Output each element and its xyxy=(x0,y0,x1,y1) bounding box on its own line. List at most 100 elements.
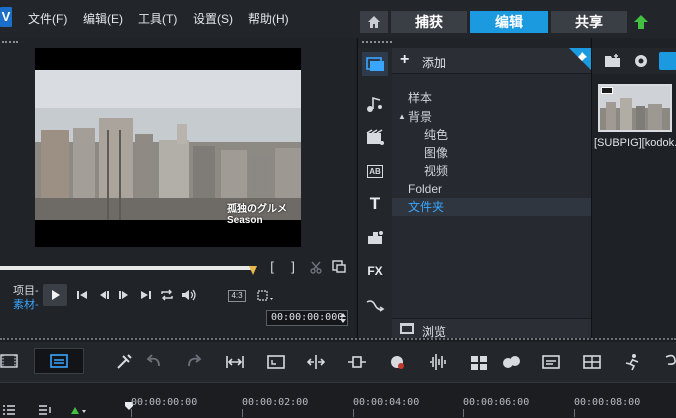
audio-icon xyxy=(367,96,382,112)
timeline-toolbar xyxy=(0,342,676,382)
fit-project-icon[interactable] xyxy=(224,351,246,373)
tree-expander-icon[interactable]: ▲ xyxy=(398,108,406,126)
tree-item[interactable]: ▲ 背景 xyxy=(392,108,591,126)
repeat-icon[interactable] xyxy=(159,288,175,302)
panel-grip[interactable] xyxy=(2,41,18,44)
browse-folder-icon xyxy=(400,323,414,334)
tools-icon[interactable] xyxy=(113,351,135,373)
trim-marker[interactable] xyxy=(249,266,257,275)
multicam-icon[interactable] xyxy=(468,351,490,373)
aspect-ratio-button[interactable]: 4:3 xyxy=(228,290,246,302)
trim-bar[interactable] xyxy=(0,266,253,270)
track-manager-icon[interactable] xyxy=(2,404,16,416)
undo-icon[interactable] xyxy=(143,351,165,373)
import-folder-icon[interactable] xyxy=(604,53,622,69)
tab-capture[interactable]: 捕获 xyxy=(391,11,467,33)
category-path[interactable] xyxy=(362,293,388,317)
menu-tools[interactable]: 工具(T) xyxy=(138,10,177,27)
timecode-stepper-icon[interactable] xyxy=(339,311,347,325)
category-fx[interactable]: FX xyxy=(362,259,388,283)
fx-icon: FX xyxy=(367,264,383,278)
menu-settings[interactable]: 设置(S) xyxy=(193,10,233,27)
category-audio[interactable] xyxy=(362,93,388,117)
mode-clip-label[interactable]: 素材- xyxy=(13,296,39,312)
motion-tracking-icon[interactable] xyxy=(621,351,643,373)
panel-grip[interactable] xyxy=(362,41,392,44)
tree-item-label: 背景 xyxy=(408,110,433,124)
title-icon: AB xyxy=(367,165,383,178)
trim-icon[interactable] xyxy=(305,351,327,373)
mark-in-button[interactable]: [ xyxy=(266,259,278,274)
scissors-icon[interactable] xyxy=(309,260,323,274)
view-toggle-button[interactable] xyxy=(659,52,676,70)
tree-item-label: 图像 xyxy=(424,146,449,160)
storyboard-view-icon[interactable] xyxy=(0,353,18,369)
resize-dropdown-icon[interactable] xyxy=(256,289,276,303)
tree-item[interactable]: 纯色 xyxy=(392,126,591,144)
category-text[interactable]: T xyxy=(362,192,388,216)
home-tab[interactable] xyxy=(360,11,388,33)
record-capture-icon[interactable] xyxy=(265,351,287,373)
play-button[interactable] xyxy=(43,284,67,306)
ruler-time-label: 00:00:04:00 xyxy=(353,397,420,408)
pin-icon xyxy=(575,52,587,64)
tree-item-label: 文件夹 xyxy=(408,200,445,214)
pin-corner[interactable] xyxy=(569,48,591,70)
timeline-ruler[interactable]: 00:00:00:00 00:00:02:00 00:00:04:00 00:00:0… xyxy=(0,382,676,418)
tree-item[interactable]: 样本 xyxy=(392,89,591,107)
go-to-end-icon[interactable] xyxy=(139,288,153,302)
video-badge-icon xyxy=(601,87,613,94)
mark-out-button[interactable]: ] xyxy=(287,259,299,274)
tree-item[interactable]: 视频 xyxy=(392,162,591,180)
preview-panel: 孤独のグルメ Season [ ] 项目- 素材- 4:3 00:00:00:0… xyxy=(0,38,356,338)
redo-icon[interactable] xyxy=(183,351,205,373)
snapshot-icon[interactable] xyxy=(332,259,346,273)
add-folder-row[interactable]: + 添加 xyxy=(392,48,591,74)
tree-item[interactable]: 文件夹 xyxy=(392,198,591,216)
media-panel: [SUBPIG][kodok... xyxy=(591,38,676,338)
video-frame xyxy=(35,70,301,220)
browse-row[interactable]: 浏览 xyxy=(392,318,591,339)
timecode-field[interactable]: 00:00:00:000 xyxy=(266,310,348,326)
add-label: 添加 xyxy=(422,56,447,70)
menu-help[interactable]: 帮助(H) xyxy=(248,10,289,27)
upload-arrow-icon[interactable] xyxy=(632,13,650,31)
ruler-tick xyxy=(242,409,243,417)
category-transition[interactable] xyxy=(362,126,388,150)
subtitle-icon[interactable] xyxy=(540,351,562,373)
capture-icon[interactable] xyxy=(633,53,649,69)
split-screen-icon[interactable] xyxy=(581,351,603,373)
ruler-tick xyxy=(131,409,132,417)
timeline-view-button[interactable] xyxy=(34,348,84,374)
tree-item-label: 纯色 xyxy=(424,128,449,142)
tree-item[interactable]: Folder xyxy=(392,180,591,198)
video-caption: 孤独のグルメ Season xyxy=(227,204,287,226)
audio-waveform-icon[interactable] xyxy=(427,351,449,373)
lasso-icon[interactable] xyxy=(660,351,676,373)
add-chapter-icon[interactable] xyxy=(38,404,54,416)
mask-icon[interactable] xyxy=(387,351,409,373)
transition-icon xyxy=(366,129,384,145)
timeline-view-icon xyxy=(50,354,68,368)
menu-file[interactable]: 文件(F) xyxy=(28,10,67,27)
media-thumbnail[interactable] xyxy=(598,84,672,132)
go-to-start-icon[interactable] xyxy=(75,288,89,302)
menu-edit[interactable]: 编辑(E) xyxy=(83,10,123,27)
ruler-tick xyxy=(353,409,354,417)
split-icon[interactable] xyxy=(346,351,368,373)
motion-icon[interactable] xyxy=(500,351,522,373)
category-media[interactable] xyxy=(362,52,388,76)
library-tree: + 添加 样本 ▲ 背景纯色图像视频 Folder 文件夹 浏览 xyxy=(392,48,591,339)
play-icon xyxy=(52,290,60,300)
category-title[interactable]: AB xyxy=(362,159,388,183)
marker-dropdown-icon[interactable] xyxy=(69,404,87,416)
tab-share[interactable]: 共享 xyxy=(551,11,627,33)
next-frame-icon[interactable] xyxy=(117,288,131,302)
tab-edit[interactable]: 编辑 xyxy=(470,11,548,33)
previous-frame-icon[interactable] xyxy=(97,288,111,302)
volume-icon[interactable] xyxy=(181,288,197,302)
category-strip: AB T FX xyxy=(358,48,392,338)
category-graphic[interactable] xyxy=(362,226,388,250)
media-item-name: [SUBPIG][kodok... xyxy=(594,137,676,149)
tree-item[interactable]: 图像 xyxy=(392,144,591,162)
